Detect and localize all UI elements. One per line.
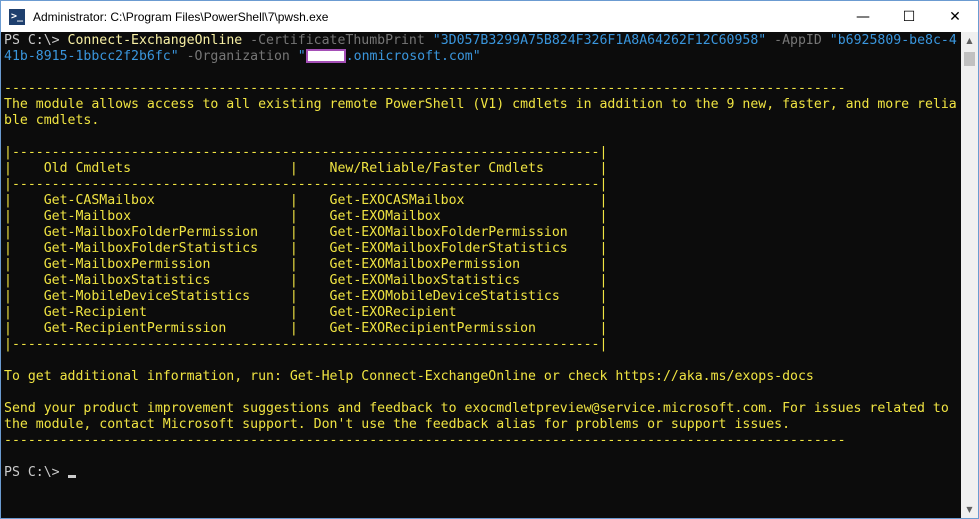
scroll-up-arrow-icon[interactable]: ▲ <box>961 32 978 49</box>
scroll-thumb[interactable] <box>964 52 975 66</box>
table-row: | Get-Mailbox | Get-EXOMailbox | <box>4 209 608 224</box>
scroll-down-arrow-icon[interactable]: ▼ <box>961 501 978 518</box>
powershell-icon[interactable]: >_ <box>9 8 25 25</box>
table-row: | Get-MailboxStatistics | Get-EXOMailbox… <box>4 273 608 288</box>
table-row: | Get-CASMailbox | Get-EXOCASMailbox | <box>4 193 608 208</box>
command-line: PS C:\> Connect-ExchangeOnline -Certific… <box>4 33 957 49</box>
table-header: | Old Cmdlets | New/Reliable/Faster Cmdl… <box>4 161 608 176</box>
close-button[interactable]: ✕ <box>932 1 978 32</box>
table-row: | Get-RecipientPermission | Get-EXORecip… <box>4 321 608 336</box>
separator-bottom: ----------------------------------------… <box>4 433 846 448</box>
window-controls: — ☐ ✕ <box>840 1 978 32</box>
value-org-quote: " <box>297 49 306 64</box>
intro-line-2: ble cmdlets. <box>4 113 100 128</box>
table-border-bottom: |---------------------------------------… <box>4 337 608 352</box>
maximize-button[interactable]: ☐ <box>886 1 932 32</box>
final-prompt: PS C:\> <box>4 465 68 480</box>
table-row: | Get-MailboxFolderPermission | Get-EXOM… <box>4 225 608 240</box>
feedback-line-2: the module, contact Microsoft support. D… <box>4 417 791 432</box>
value-org-domain: .onmicrosoft.com" <box>345 49 481 64</box>
text-cursor <box>67 475 76 478</box>
separator-top: ----------------------------------------… <box>4 81 846 96</box>
value-thumbprint: "3D057B3299A75B824F326F1A8A64262F12C6095… <box>432 33 767 48</box>
table-border-top: |---------------------------------------… <box>4 145 608 160</box>
table-row: | Get-MailboxPermission | Get-EXOMailbox… <box>4 257 608 272</box>
param-thumbprint: -CertificateThumbPrint <box>242 33 433 48</box>
redacted-tenant-name <box>305 49 346 63</box>
minimize-button[interactable]: — <box>840 1 886 32</box>
vertical-scrollbar[interactable]: ▲ ▼ <box>961 32 978 518</box>
cmdlet-name: Connect-ExchangeOnline <box>67 33 243 48</box>
table-border-mid: |---------------------------------------… <box>4 177 608 192</box>
terminal-output[interactable]: PS C:\> Connect-ExchangeOnline -Certific… <box>1 32 961 518</box>
prompt: PS C:\> <box>4 33 68 48</box>
value-appid-part1: "b6925809-be8c-4 <box>829 33 957 48</box>
window-title: Administrator: C:\Program Files\PowerShe… <box>33 9 329 24</box>
console-window: >_ Administrator: C:\Program Files\Power… <box>0 0 979 519</box>
param-appid: -AppID <box>766 33 830 48</box>
param-organization: -Organization <box>178 49 298 64</box>
help-line: To get additional information, run: Get-… <box>4 369 814 384</box>
table-row: | Get-MailboxFolderStatistics | Get-EXOM… <box>4 241 608 256</box>
value-appid-part2: 41b-8915-1bbcc2f2b6fc" <box>4 49 179 64</box>
table-row: | Get-Recipient | Get-EXORecipient | <box>4 305 608 320</box>
intro-line-1: The module allows access to all existing… <box>4 97 957 112</box>
command-line-wrap: 41b-8915-1bbcc2f2b6fc" -Organization " .o… <box>4 49 481 65</box>
final-prompt-line: PS C:\> <box>4 465 76 481</box>
title-bar[interactable]: >_ Administrator: C:\Program Files\Power… <box>1 1 978 32</box>
table-row: | Get-MobileDeviceStatistics | Get-EXOMo… <box>4 289 608 304</box>
feedback-line-1: Send your product improvement suggestion… <box>4 401 949 416</box>
